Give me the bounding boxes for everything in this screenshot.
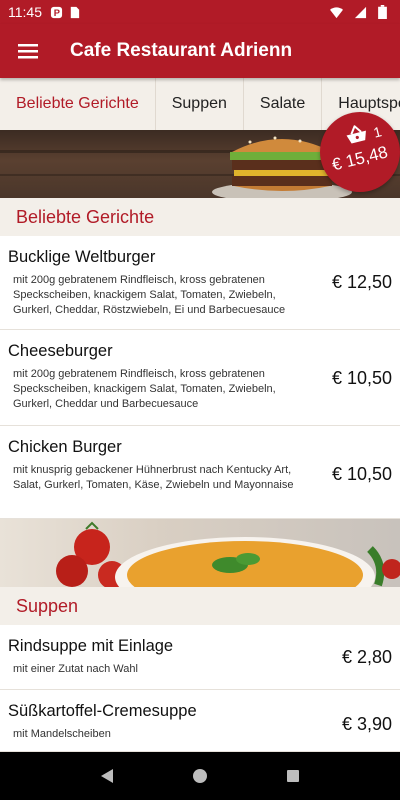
- tab-suppen[interactable]: Suppen: [156, 78, 244, 130]
- tab-salate[interactable]: Salate: [244, 78, 323, 130]
- signal-icon: [354, 6, 367, 18]
- system-navigation-bar: [0, 752, 400, 800]
- home-icon: [192, 769, 207, 783]
- recents-icon: [287, 770, 300, 782]
- wifi-icon: [330, 6, 343, 18]
- status-bar: 11:45 P: [0, 0, 400, 24]
- item-name: Bucklige Weltburger: [8, 248, 156, 266]
- cart-button[interactable]: 1 € 15,48: [320, 112, 400, 192]
- item-description: mit knusprig gebackener Hühnerbrust nach…: [13, 464, 294, 491]
- item-description: mit 200g gebratenem Rindfleisch, kross g…: [13, 368, 276, 410]
- status-time: 11:45: [8, 4, 42, 20]
- item-name: Süßkartoffel-Cremesuppe: [8, 702, 197, 720]
- item-price: € 10,50: [331, 464, 392, 484]
- menu-item[interactable]: Bucklige Weltburger mit 200g gebratenem …: [0, 236, 400, 330]
- menu-item[interactable]: Chicken Burger mit knusprig gebackener H…: [0, 426, 400, 519]
- item-description: mit Mandelscheiben: [13, 728, 111, 740]
- item-name: Chicken Burger: [8, 438, 122, 456]
- section-header-beliebte-gerichte: Beliebte Gerichte: [0, 198, 400, 236]
- svg-text:P: P: [54, 8, 60, 18]
- item-price: € 12,50: [331, 272, 392, 292]
- menu-item[interactable]: Süßkartoffel-Cremesuppe mit Mandelscheib…: [0, 690, 400, 752]
- item-name: Cheeseburger: [8, 342, 113, 360]
- cart-count: 1: [371, 123, 384, 141]
- soup-banner-image: [0, 519, 400, 587]
- sim-card-icon: [70, 6, 80, 18]
- section-header-suppen: Suppen: [0, 587, 400, 625]
- home-button[interactable]: [185, 761, 215, 791]
- menu-button[interactable]: [0, 24, 56, 78]
- menu-item[interactable]: Rindsuppe mit Einlage mit einer Zutat na…: [0, 625, 400, 690]
- item-price: € 2,80: [341, 647, 392, 667]
- item-description: mit einer Zutat nach Wahl: [13, 663, 138, 675]
- cart-badge-content: 1 € 15,48: [322, 114, 400, 189]
- back-icon: [100, 769, 113, 783]
- item-price: € 10,50: [331, 368, 392, 388]
- app-title: Cafe Restaurant Adrienn: [70, 40, 293, 61]
- shopping-basket-icon: [346, 124, 366, 144]
- app-bar: Cafe Restaurant Adrienn: [0, 24, 400, 78]
- battery-icon: [378, 5, 387, 19]
- cart-total: € 15,48: [330, 142, 390, 175]
- hamburger-menu-icon: [18, 44, 38, 59]
- item-price: € 3,90: [341, 714, 392, 734]
- recents-button[interactable]: [278, 761, 308, 791]
- item-description: mit 200g gebratenem Rindfleisch, kross g…: [13, 274, 286, 316]
- item-name: Rindsuppe mit Einlage: [8, 637, 174, 655]
- tab-beliebte-gerichte[interactable]: Beliebte Gerichte: [0, 78, 156, 130]
- back-button[interactable]: [92, 761, 122, 791]
- notification-icon: P: [50, 6, 63, 18]
- menu-item[interactable]: Cheeseburger mit 200g gebratenem Rindfle…: [0, 330, 400, 426]
